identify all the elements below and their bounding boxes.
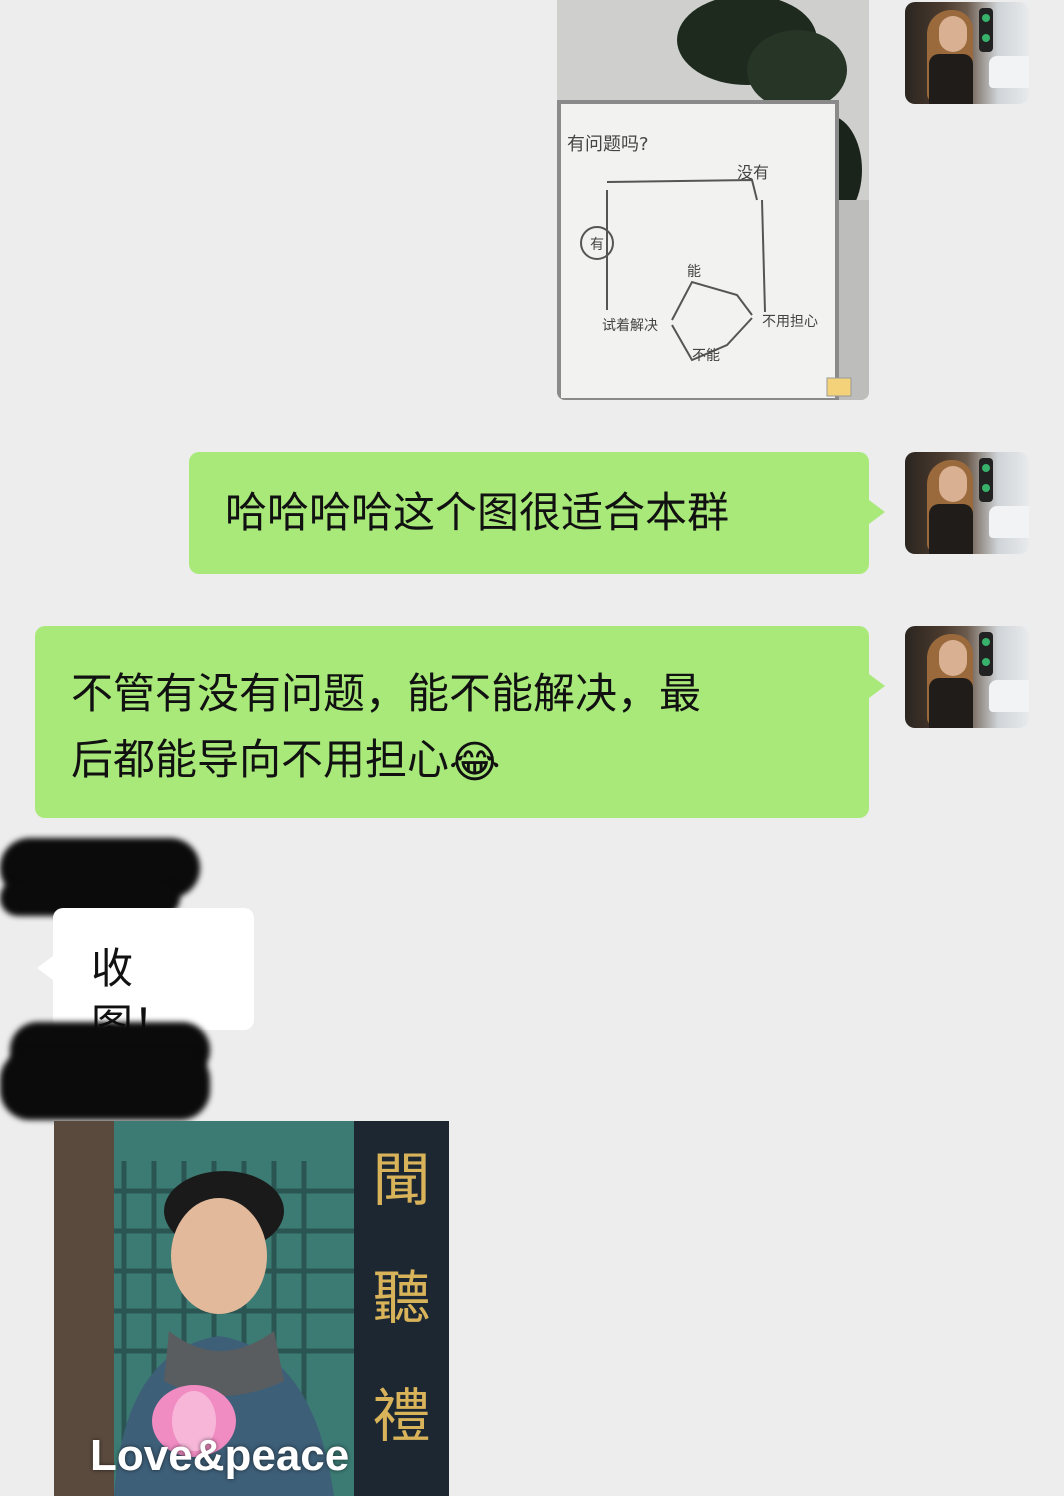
message-bubble-self[interactable]: 哈哈哈哈这个图很适合本群 bbox=[189, 452, 885, 574]
wb-result: 不用担心 bbox=[762, 314, 818, 330]
wb-yes: 有 bbox=[590, 237, 604, 253]
avatar-self[interactable] bbox=[905, 452, 1029, 554]
redacted-sender-name bbox=[0, 1050, 210, 1120]
meme-photo[interactable]: 聞 聽 禮 Love&peace bbox=[54, 1121, 449, 1496]
wb-no: 没有 bbox=[737, 163, 769, 182]
whiteboard-photo[interactable]: 有问题吗? 没有 有 试着解决 能 不能 不用担心 bbox=[557, 0, 869, 400]
message-text-line: 不管有没有问题，能不能解决，最 bbox=[71, 669, 702, 718]
meme-caption: Love&peace bbox=[90, 1431, 350, 1480]
sign-char: 聞 bbox=[372, 1146, 431, 1214]
wb-cannot: 不能 bbox=[692, 348, 720, 364]
message-text: 哈哈哈哈这个图很适合本群 bbox=[225, 488, 730, 537]
sign-char: 聽 bbox=[372, 1264, 431, 1332]
temple-sign: 聞 聽 禮 bbox=[354, 1121, 449, 1496]
wb-question: 有问题吗? bbox=[567, 134, 649, 155]
avatar-self[interactable] bbox=[905, 626, 1029, 728]
avatar-self[interactable] bbox=[905, 2, 1029, 104]
sign-char: 禮 bbox=[372, 1382, 431, 1450]
message-bubble-self[interactable]: 不管有没有问题，能不能解决，最 后都能导向不用担心😂 bbox=[35, 626, 885, 818]
wb-can: 能 bbox=[687, 264, 701, 280]
message-bubble-other[interactable]: 收图！ bbox=[37, 908, 254, 1049]
whiteboard-photo-art: 有问题吗? 没有 有 试着解决 能 不能 不用担心 bbox=[557, 0, 869, 400]
laughing-tears-emoji-icon: 😂 bbox=[449, 736, 501, 788]
message-text-line: 后都能导向不用担心 bbox=[71, 735, 450, 784]
wb-try: 试着解决 bbox=[602, 318, 658, 334]
